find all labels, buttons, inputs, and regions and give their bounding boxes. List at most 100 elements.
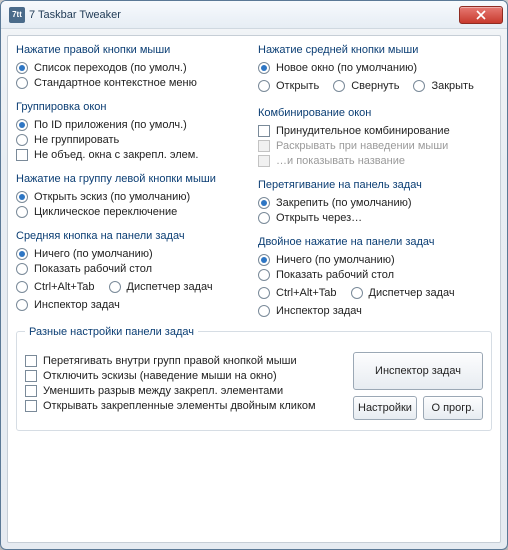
checkbox-icon (258, 125, 270, 137)
radio-option[interactable]: Циклическое переключение (16, 206, 250, 218)
window-title: 7 Taskbar Tweaker (29, 9, 459, 21)
option-label: Диспетчер задач (127, 281, 213, 293)
option-label: Ctrl+Alt+Tab (276, 287, 337, 299)
radio-icon (16, 263, 28, 275)
checkbox-option[interactable]: Отключить эскизы (наведение мыши на окно… (25, 370, 343, 382)
option-label: Закрыть (431, 80, 473, 92)
group-title: Комбинирование окон (258, 107, 492, 119)
group-title: Двойное нажатие на панели задач (258, 236, 492, 248)
client-area: Нажатие правой кнопки мыши Список перехо… (7, 35, 501, 543)
radio-icon (16, 299, 28, 311)
option-label: Закрепить (по умолчанию) (276, 197, 412, 209)
group-grouping: Группировка окон По ID приложения (по ум… (16, 101, 250, 161)
option-label: Не группировать (34, 134, 119, 146)
close-icon (476, 10, 486, 20)
radio-icon (413, 80, 425, 92)
radio-option[interactable]: По ID приложения (по умолч.) (16, 119, 250, 131)
option-label: Открыть эскиз (по умолчанию) (34, 191, 190, 203)
radio-option[interactable]: Диспетчер задач (109, 281, 213, 293)
checkbox-icon (25, 385, 37, 397)
group-title: Нажатие средней кнопки мыши (258, 44, 492, 56)
radio-icon (16, 206, 28, 218)
option-label: Открыть (276, 80, 319, 92)
radio-option[interactable]: Открыть через… (258, 212, 492, 224)
group-combining: Комбинирование окон Принудительное комби… (258, 107, 492, 167)
radio-icon (258, 305, 270, 317)
checkbox-icon (25, 370, 37, 382)
option-label: Инспектор задач (276, 305, 362, 317)
group-title: Группировка окон (16, 101, 250, 113)
option-label: Диспетчер задач (369, 287, 455, 299)
radio-option[interactable]: Новое окно (по умолчанию) (258, 62, 492, 74)
option-label: Открыть через… (276, 212, 362, 224)
option-label: Ничего (по умолчанию) (34, 248, 153, 260)
app-icon: 7tt (9, 7, 25, 23)
misc-checks: Перетягивать внутри групп правой кнопкой… (25, 352, 343, 415)
radio-icon (16, 248, 28, 260)
radio-option[interactable]: Закрыть (413, 80, 473, 92)
radio-icon (16, 119, 28, 131)
checkbox-option[interactable]: Перетягивать внутри групп правой кнопкой… (25, 355, 343, 367)
group-middle-taskbar: Средняя кнопка на панели задач Ничего (п… (16, 230, 250, 311)
radio-option[interactable]: Показать рабочий стол (16, 263, 250, 275)
left-column: Нажатие правой кнопки мыши Список перехо… (16, 44, 250, 329)
radio-option[interactable]: Ничего (по умолчанию) (16, 248, 250, 260)
option-label: Уменшить разрыв между закрепл. элементам… (43, 385, 283, 397)
radio-option[interactable]: Открыть (258, 80, 319, 92)
radio-icon (333, 80, 345, 92)
radio-option[interactable]: Ctrl+Alt+Tab (258, 287, 337, 299)
close-button[interactable] (459, 6, 503, 24)
radio-option[interactable]: Показать рабочий стол (258, 269, 492, 281)
radio-icon (16, 134, 28, 146)
radio-option[interactable]: Список переходов (по умолч.) (16, 62, 250, 74)
option-label: Список переходов (по умолч.) (34, 62, 187, 74)
checkbox-option[interactable]: Не объед. окна с закрепл. элем. (16, 149, 250, 161)
checkbox-option: …и показывать название (258, 155, 492, 167)
radio-option[interactable]: Закрепить (по умолчанию) (258, 197, 492, 209)
option-label: Раскрывать при наведении мыши (276, 140, 448, 152)
checkbox-option[interactable]: Принудительное комбинирование (258, 125, 492, 137)
option-label: Не объед. окна с закрепл. элем. (34, 149, 198, 161)
radio-icon (258, 269, 270, 281)
checkbox-icon (16, 149, 28, 161)
checkbox-icon (258, 155, 270, 167)
group-title: Нажатие правой кнопки мыши (16, 44, 250, 56)
radio-icon (258, 62, 270, 74)
group-double-click-taskbar: Двойное нажатие на панели задач Ничего (… (258, 236, 492, 317)
radio-option[interactable]: Не группировать (16, 134, 250, 146)
option-label: Перетягивать внутри групп правой кнопкой… (43, 355, 297, 367)
group-left-click-group: Нажатие на группу левой кнопки мыши Откр… (16, 173, 250, 218)
inspector-button[interactable]: Инспектор задач (353, 352, 483, 390)
option-label: Инспектор задач (34, 299, 120, 311)
option-label: Ничего (по умолчанию) (276, 254, 395, 266)
option-label: Открывать закрепленные элементы двойным … (43, 400, 316, 412)
option-label: Показать рабочий стол (276, 269, 394, 281)
radio-icon (258, 287, 270, 299)
checkbox-option[interactable]: Открывать закрепленные элементы двойным … (25, 400, 343, 412)
checkbox-option[interactable]: Уменшить разрыв между закрепл. элементам… (25, 385, 343, 397)
radio-option[interactable]: Свернуть (333, 80, 399, 92)
checkbox-icon (258, 140, 270, 152)
radio-icon (16, 281, 28, 293)
radio-icon (258, 197, 270, 209)
radio-option[interactable]: Инспектор задач (16, 299, 250, 311)
radio-option[interactable]: Стандартное контекстное меню (16, 77, 250, 89)
group-middle-click: Нажатие средней кнопки мыши Новое окно (… (258, 44, 492, 95)
radio-icon (258, 254, 270, 266)
radio-option[interactable]: Инспектор задач (258, 305, 492, 317)
about-button[interactable]: О прогр. (423, 396, 483, 420)
group-right-click: Нажатие правой кнопки мыши Список перехо… (16, 44, 250, 89)
settings-button[interactable]: Настройки (353, 396, 417, 420)
right-column: Нажатие средней кнопки мыши Новое окно (… (258, 44, 492, 329)
radio-option[interactable]: Ничего (по умолчанию) (258, 254, 492, 266)
titlebar[interactable]: 7tt 7 Taskbar Tweaker (1, 1, 507, 29)
radio-option[interactable]: Диспетчер задач (351, 287, 455, 299)
group-title: Средняя кнопка на панели задач (16, 230, 250, 242)
radio-option[interactable]: Открыть эскиз (по умолчанию) (16, 191, 250, 203)
radio-icon (16, 62, 28, 74)
radio-icon (258, 80, 270, 92)
group-title: Нажатие на группу левой кнопки мыши (16, 173, 250, 185)
radio-option[interactable]: Ctrl+Alt+Tab (16, 281, 95, 293)
option-label: Циклическое переключение (34, 206, 177, 218)
option-label: Отключить эскизы (наведение мыши на окно… (43, 370, 277, 382)
